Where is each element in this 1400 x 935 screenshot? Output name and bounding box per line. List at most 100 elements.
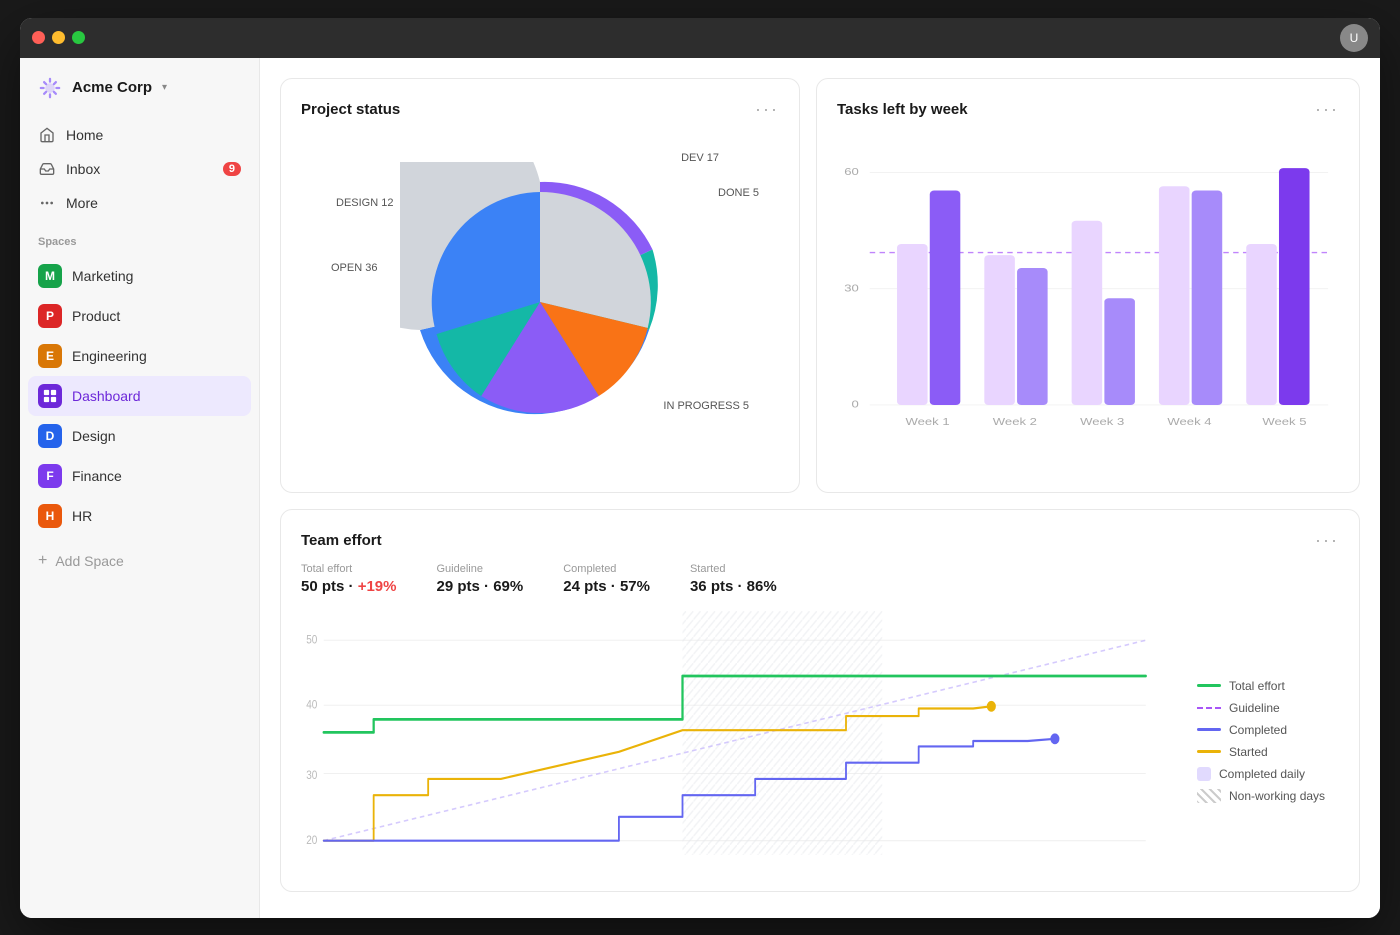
stat-label-total: Total effort xyxy=(301,563,397,575)
svg-text:Week 2: Week 2 xyxy=(993,416,1037,427)
tasks-header: Tasks left by week ··· xyxy=(837,99,1339,120)
stat-label-completed: Completed xyxy=(563,563,650,575)
sidebar-label-product: Product xyxy=(72,308,120,324)
legend-line-completed xyxy=(1197,728,1221,731)
spaces-section-label: Spaces xyxy=(20,224,259,252)
pie-chart xyxy=(410,172,670,432)
user-avatar[interactable]: U xyxy=(1340,24,1368,52)
add-space-button[interactable]: + Add Space xyxy=(20,544,259,578)
project-status-card: Project status ··· xyxy=(280,78,800,493)
chevron-down-icon: ▾ xyxy=(162,82,167,93)
add-space-label: Add Space xyxy=(55,553,124,569)
legend-total-effort: Total effort xyxy=(1197,679,1339,693)
sidebar-item-more[interactable]: More xyxy=(28,186,251,220)
effort-legend: Total effort Guideline Completed St xyxy=(1189,611,1339,871)
plus-icon: + xyxy=(38,552,47,570)
main-content: Project status ··· xyxy=(260,58,1380,918)
marketing-space-icon: M xyxy=(38,264,62,288)
svg-text:Week 5: Week 5 xyxy=(1262,416,1307,427)
svg-text:Week 1: Week 1 xyxy=(906,416,950,427)
bar-chart-svg: 60 30 0 xyxy=(837,132,1339,442)
legend-nonworking: Non-working days xyxy=(1197,789,1339,803)
app-body: Acme Corp ▾ Home xyxy=(20,58,1380,918)
project-status-title: Project status xyxy=(301,101,400,118)
pie-label-inprogress: IN PROGRESS 5 xyxy=(663,400,749,412)
sidebar-item-finance[interactable]: F Finance xyxy=(28,456,251,496)
effort-stat-completed: Completed 24 pts · 57% xyxy=(563,563,650,595)
spaces-list: M Marketing P Product E Engineering xyxy=(20,252,259,540)
finance-space-icon: F xyxy=(38,464,62,488)
company-name: Acme Corp xyxy=(72,79,152,96)
team-effort-card: Team effort ··· Total effort 50 pts · +1… xyxy=(280,509,1360,892)
project-status-menu[interactable]: ··· xyxy=(755,99,779,120)
sidebar-label-design: Design xyxy=(72,428,116,444)
traffic-lights xyxy=(32,31,85,44)
sidebar-label-hr: HR xyxy=(72,508,92,524)
sidebar-item-home[interactable]: Home xyxy=(28,118,251,152)
pie-label-open: DESIGN OPEN 36 xyxy=(331,262,377,274)
bar-chart-area: 60 30 0 xyxy=(837,132,1339,472)
svg-text:30: 30 xyxy=(306,769,317,782)
legend-line-guideline xyxy=(1197,707,1221,709)
legend-guideline: Guideline xyxy=(1197,701,1339,715)
svg-text:50: 50 xyxy=(306,633,317,646)
company-logo xyxy=(36,74,64,102)
sidebar-nav: Home Inbox 9 xyxy=(20,114,259,224)
tasks-menu[interactable]: ··· xyxy=(1315,99,1339,120)
effort-stats: Total effort 50 pts · +19% Guideline 29 … xyxy=(301,563,1339,595)
engineering-space-icon: E xyxy=(38,344,62,368)
product-space-icon: P xyxy=(38,304,62,328)
svg-text:30: 30 xyxy=(844,282,859,293)
pie-label-done: DONE 5 xyxy=(718,187,759,199)
pie-label-dev: DEV 17 xyxy=(681,152,719,164)
sidebar: Acme Corp ▾ Home xyxy=(20,58,260,918)
effort-stat-started: Started 36 pts · 86% xyxy=(690,563,777,595)
effort-chart-area: 50 40 30 20 xyxy=(301,611,1339,871)
minimize-button[interactable] xyxy=(52,31,65,44)
stat-value-completed: 24 pts · 57% xyxy=(563,578,650,595)
pie-label-design: DESIGN 12 xyxy=(336,197,394,209)
tasks-title: Tasks left by week xyxy=(837,101,968,118)
close-button[interactable] xyxy=(32,31,45,44)
svg-text:40: 40 xyxy=(306,698,317,711)
titlebar: U xyxy=(20,18,1380,58)
design-space-icon: D xyxy=(38,424,62,448)
sidebar-label-more: More xyxy=(66,195,98,211)
effort-stat-total: Total effort 50 pts · +19% xyxy=(301,563,397,595)
maximize-button[interactable] xyxy=(72,31,85,44)
team-effort-menu[interactable]: ··· xyxy=(1315,530,1339,551)
app-window: U Acme Corp ▾ xyxy=(20,18,1380,918)
company-header[interactable]: Acme Corp ▾ xyxy=(20,58,259,114)
stat-value-total: 50 pts · +19% xyxy=(301,578,397,595)
inbox-icon xyxy=(38,160,56,178)
stat-value-guideline: 29 pts · 69% xyxy=(437,578,524,595)
sidebar-item-engineering[interactable]: E Engineering xyxy=(28,336,251,376)
svg-text:Week 4: Week 4 xyxy=(1167,416,1212,427)
sidebar-item-dashboard[interactable]: Dashboard xyxy=(28,376,251,416)
home-icon xyxy=(38,126,56,144)
legend-line-started xyxy=(1197,750,1221,753)
legend-completed: Completed xyxy=(1197,723,1339,737)
more-icon xyxy=(38,194,56,212)
svg-text:60: 60 xyxy=(844,166,859,177)
sidebar-label-finance: Finance xyxy=(72,468,122,484)
effort-stat-guideline: Guideline 29 pts · 69% xyxy=(437,563,524,595)
sidebar-item-product[interactable]: P Product xyxy=(28,296,251,336)
top-row: Project status ··· xyxy=(280,78,1360,493)
sidebar-item-hr[interactable]: H HR xyxy=(28,496,251,536)
legend-line-total xyxy=(1197,684,1221,687)
inbox-badge: 9 xyxy=(223,162,241,176)
svg-text:20: 20 xyxy=(306,834,317,847)
tasks-by-week-card: Tasks left by week ··· 60 30 0 xyxy=(816,78,1360,493)
pie-chart-container: DEV 17 DONE 5 IN PROGRESS 5 DESIGN OPEN … xyxy=(301,132,779,472)
legend-pattern-nonworking xyxy=(1197,789,1221,803)
legend-completed-daily: Completed daily xyxy=(1197,767,1339,781)
legend-box-completed xyxy=(1197,767,1211,781)
dashboard-space-icon xyxy=(38,384,62,408)
team-effort-chart-svg: 50 40 30 20 xyxy=(301,611,1173,871)
sidebar-label-home: Home xyxy=(66,127,103,143)
sidebar-item-design[interactable]: D Design xyxy=(28,416,251,456)
effort-chart-svg-wrap: 50 40 30 20 xyxy=(301,611,1173,871)
sidebar-item-inbox[interactable]: Inbox 9 xyxy=(28,152,251,186)
sidebar-item-marketing[interactable]: M Marketing xyxy=(28,256,251,296)
